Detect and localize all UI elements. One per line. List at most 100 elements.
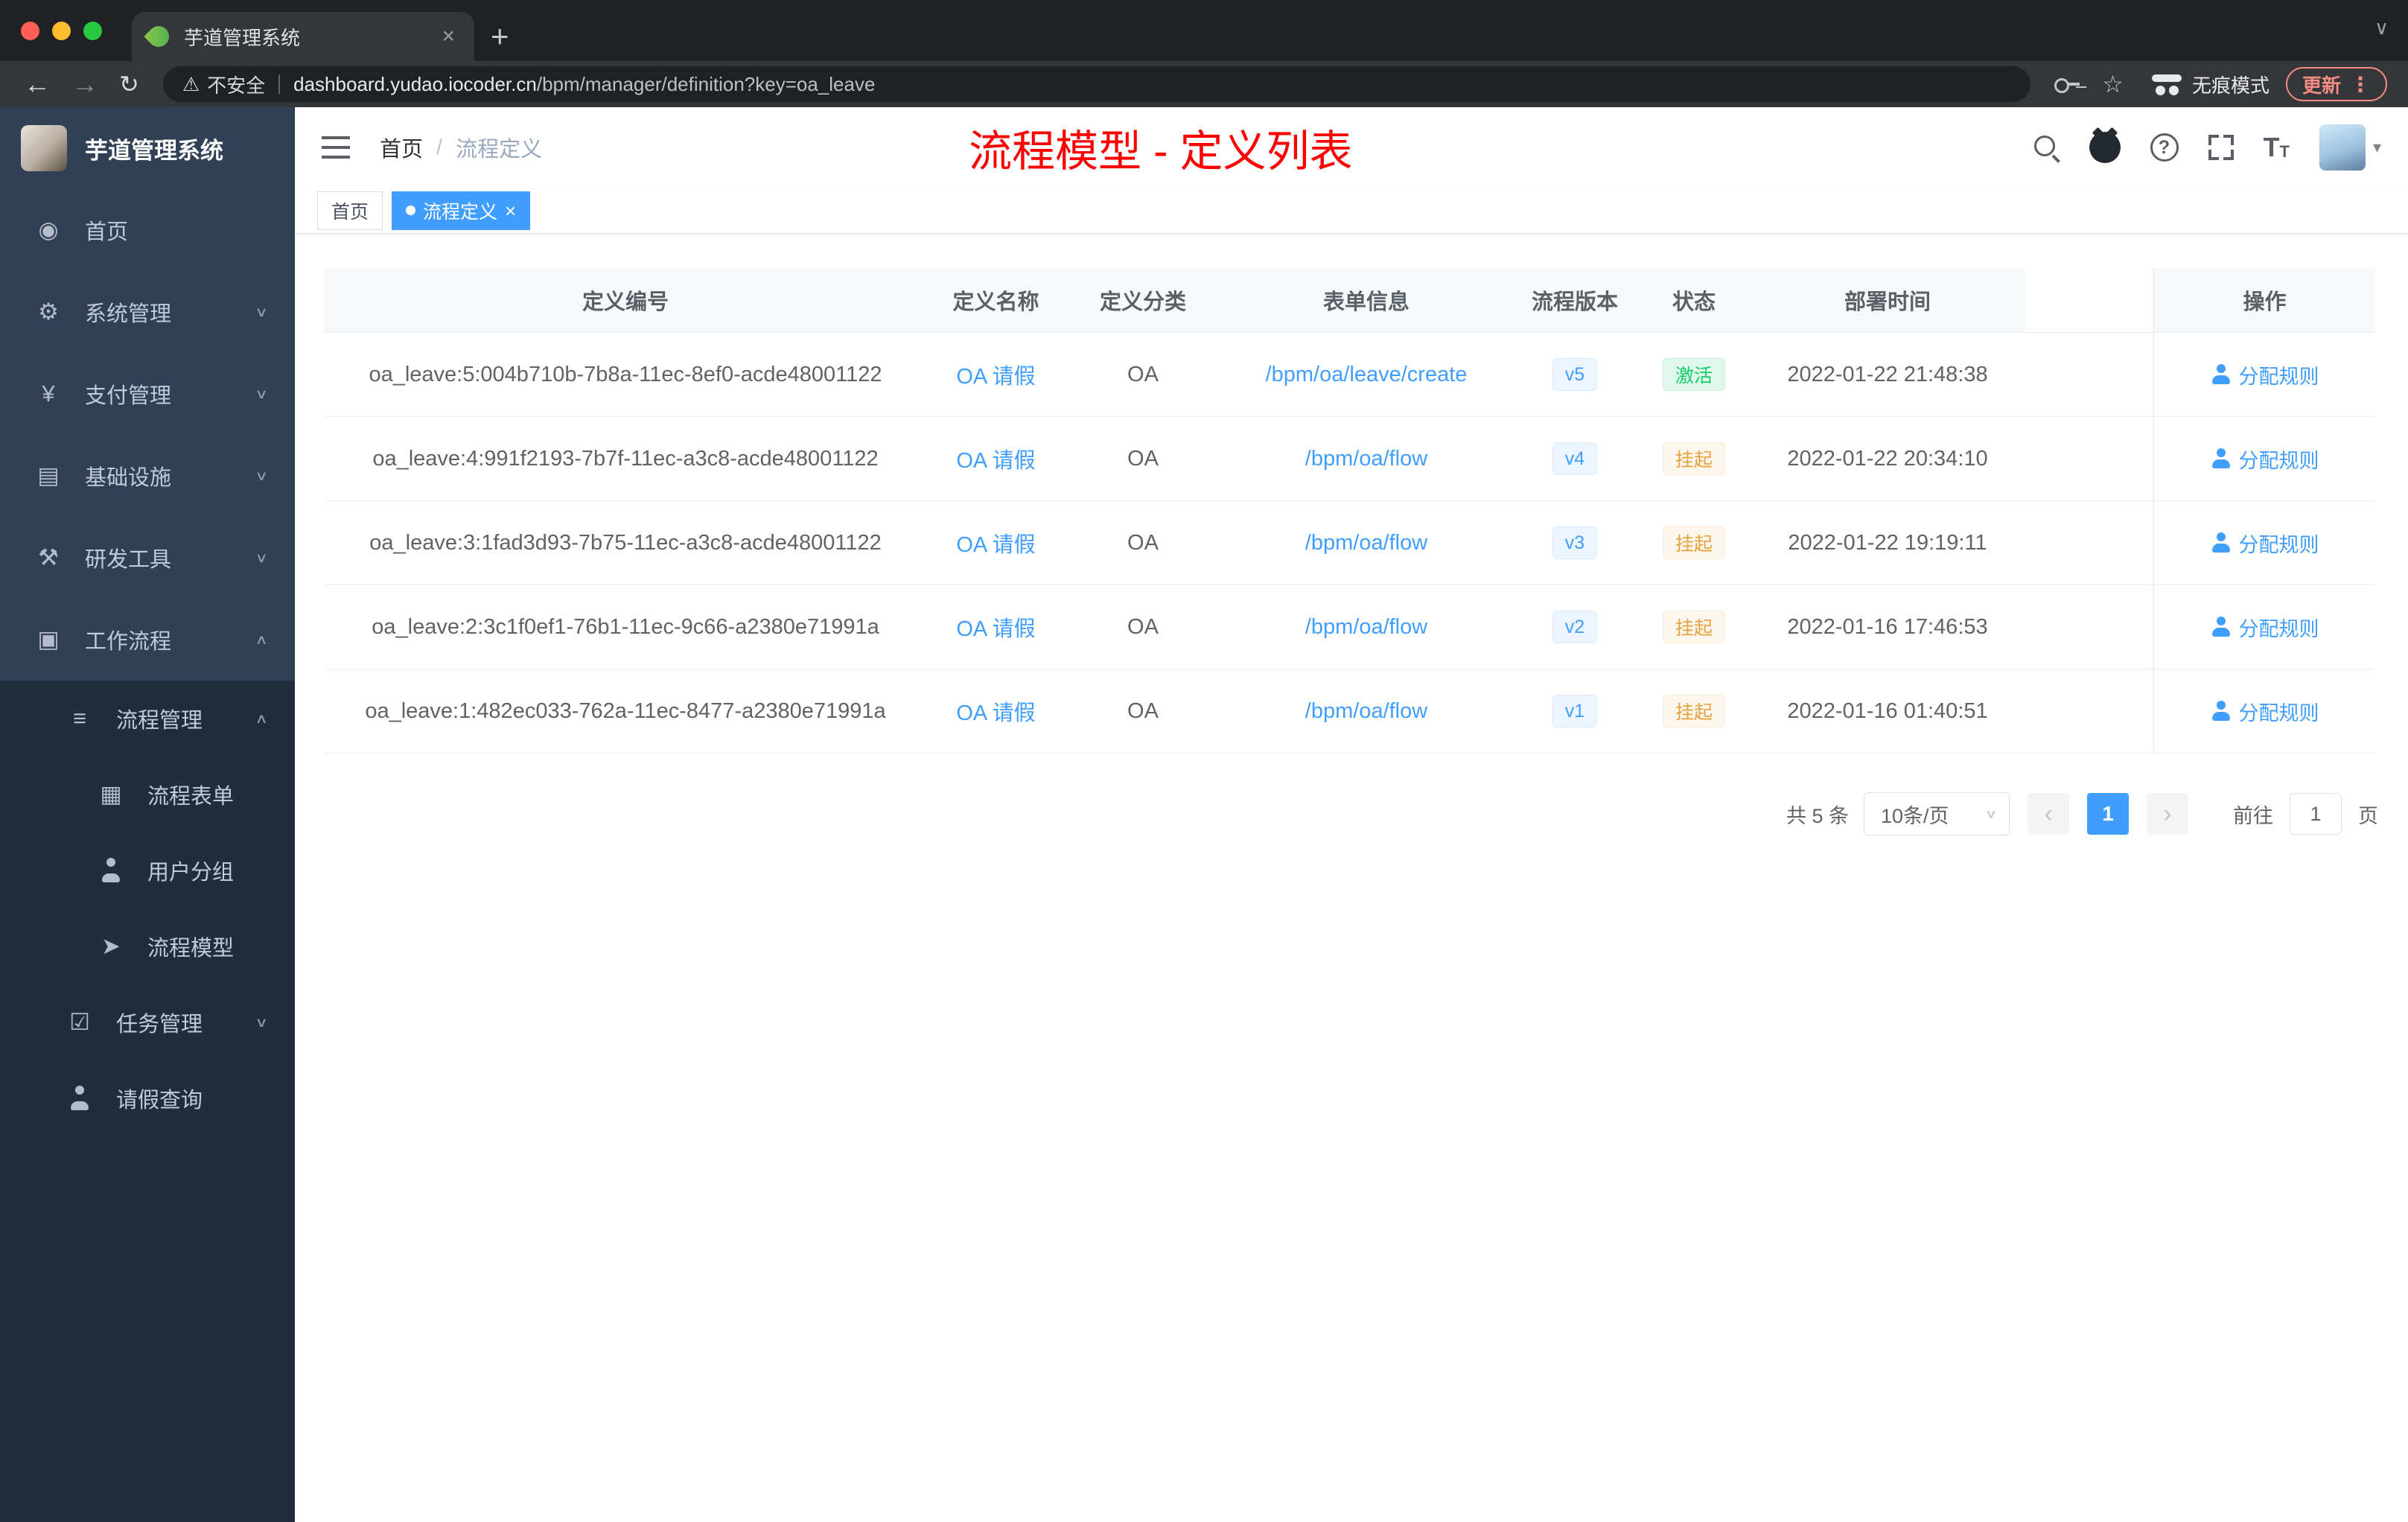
definition-id: oa_leave:1:482ec033-762a-11ec-8477-a2380…	[365, 698, 886, 723]
definition-name-link[interactable]: OA 请假	[956, 527, 1035, 558]
sidebar-item[interactable]: ⚙ 系统管理	[0, 271, 295, 353]
goto-label: 前往	[2233, 804, 2273, 827]
definition-name-link[interactable]: OA 请假	[956, 611, 1035, 643]
sidebar-item[interactable]: ⚒ 研发工具	[0, 517, 295, 599]
form-info-link[interactable]: /bpm/oa/flow	[1305, 615, 1427, 640]
sidebar-item[interactable]: ◉ 首页	[0, 189, 295, 271]
page-size-value: 10条/页	[1881, 804, 1949, 827]
definition-name-link[interactable]: OA 请假	[956, 695, 1035, 727]
sidebar-item[interactable]: 请假查询	[0, 1060, 295, 1136]
assign-rule-label: 分配规则	[2238, 701, 2319, 725]
search-icon[interactable]	[2033, 134, 2060, 161]
sidebar-logo[interactable]: 芋道管理系统	[0, 107, 295, 189]
row-spacer	[2025, 417, 2153, 501]
back-icon[interactable]: ←	[24, 71, 51, 98]
form-info-link[interactable]: /bpm/oa/flow	[1305, 699, 1427, 724]
goto-page-input[interactable]	[2290, 793, 2342, 835]
assign-rule-link[interactable]: 分配规则	[2211, 445, 2319, 474]
browser-menu-icon[interactable]: ⋮	[2350, 72, 2371, 97]
route-tag[interactable]: 流程定义	[392, 191, 531, 230]
column-header: 部署时间	[1750, 268, 2025, 333]
chevron-icon	[255, 550, 268, 566]
github-icon[interactable]	[2089, 132, 2121, 163]
definition-id: oa_leave:2:3c1f0ef1-76b1-11ec-9c66-a2380…	[372, 614, 879, 639]
hamburger-icon[interactable]	[322, 136, 350, 159]
sidebar-item[interactable]: ¥ 支付管理	[0, 353, 295, 435]
column-header: 定义分类	[1065, 268, 1221, 333]
page-1-button[interactable]: 1	[2087, 793, 2129, 835]
sidebar-item[interactable]: ☑ 任务管理	[0, 984, 295, 1060]
sidebar-item-label: 任务管理	[116, 1013, 203, 1037]
definition-id: oa_leave:3:1fad3d93-7b75-11ec-a3c8-acde4…	[369, 530, 882, 555]
column-header: 流程版本	[1512, 268, 1638, 333]
avatar[interactable]	[2319, 124, 2366, 171]
sidebar-item[interactable]: ▣ 工作流程	[0, 599, 295, 681]
route-tag[interactable]: 首页	[317, 191, 383, 230]
definition-category: OA	[1127, 446, 1159, 471]
sidebar-item[interactable]: ▦ 流程表单	[0, 757, 295, 832]
main-area: 首页 / 流程定义 流程模型 - 定义列表 ▾	[295, 107, 2408, 1522]
tab-search-chevron-icon[interactable]: ∨	[2374, 16, 2389, 39]
assign-rule-link[interactable]: 分配规则	[2211, 613, 2319, 642]
logo-avatar	[21, 125, 67, 171]
column-header-action: 操作	[2153, 268, 2375, 333]
browser-tab-bar: 芋道管理系统 × + ∨	[0, 0, 2408, 61]
tag-close-icon[interactable]	[505, 201, 516, 220]
sidebar-item[interactable]: 用户分组	[0, 832, 295, 908]
assign-rule-label: 分配规则	[2238, 533, 2319, 556]
definition-name-link[interactable]: OA 请假	[956, 443, 1035, 474]
sidebar-item[interactable]: ≡ 流程管理	[0, 681, 295, 757]
zoom-window-button[interactable]	[83, 21, 102, 40]
minimize-window-button[interactable]	[52, 21, 71, 40]
menu-item-icon: ➤	[101, 933, 121, 959]
breadcrumb-home[interactable]: 首页	[380, 132, 423, 163]
navbar-actions: ▾	[2033, 107, 2408, 188]
form-info-link[interactable]: /bpm/oa/flow	[1305, 531, 1427, 555]
sidebar-item[interactable]: ▤ 基础设施	[0, 435, 295, 517]
font-size-icon[interactable]	[2264, 134, 2290, 161]
table-row: oa_leave:4:991f2193-7b7f-11ec-a3c8-acde4…	[324, 417, 2375, 501]
chrome-update-button[interactable]: 更新 ⋮	[2285, 67, 2387, 101]
url-path: /bpm/manager/definition?key=oa_leave	[536, 72, 876, 95]
form-info-link[interactable]: /bpm/oa/flow	[1305, 447, 1427, 471]
incognito-icon	[2150, 73, 2183, 95]
prev-page-button[interactable]	[2028, 793, 2069, 835]
sidebar: 芋道管理系统 ◉ 首页 ⚙ 系统管理 ∨ ¥ 支付管理 ∨ ▤ 基础设施 ∨ ⚒…	[0, 107, 295, 1522]
column-header: 表单信息	[1221, 268, 1512, 333]
sidebar-item[interactable]: ➤ 流程模型	[0, 908, 295, 984]
pagination: 共 5 条 10条/页 ∨ 1 前往 页	[324, 792, 2378, 835]
bookmark-star-icon[interactable]: ☆	[2102, 70, 2124, 98]
chevron-icon	[255, 1014, 268, 1031]
assign-rule-link[interactable]: 分配规则	[2211, 529, 2319, 558]
page-size-select[interactable]: 10条/页 ∨	[1864, 792, 2010, 835]
help-icon[interactable]	[2150, 133, 2179, 162]
deploy-time: 2022-01-16 01:40:51	[1787, 698, 1988, 723]
tab-close-icon[interactable]: ×	[439, 24, 458, 49]
chevron-icon	[255, 304, 268, 320]
sidebar-item-label: 流程管理	[116, 709, 203, 733]
user-icon	[2211, 617, 2232, 637]
forward-icon[interactable]: →	[71, 71, 98, 98]
tags-bar: 首页 流程定义	[295, 188, 2408, 234]
form-info-link[interactable]: /bpm/oa/leave/create	[1266, 363, 1468, 387]
definition-name-link[interactable]: OA 请假	[956, 359, 1035, 390]
deploy-time: 2022-01-22 19:19:11	[1788, 530, 1987, 555]
passwords-key-icon[interactable]	[2054, 78, 2081, 93]
version-badge: v4	[1552, 442, 1598, 475]
new-tab-button[interactable]: +	[491, 21, 509, 52]
not-secure-warning-icon[interactable]: ⚠	[182, 73, 200, 96]
column-header: 定义名称	[927, 268, 1065, 333]
user-avatar-menu[interactable]: ▾	[2319, 124, 2381, 171]
address-bar[interactable]: ⚠ 不安全 dashboard.yudao.iocoder.cn/bpm/man…	[162, 66, 2031, 102]
close-window-button[interactable]	[21, 21, 39, 40]
reload-icon[interactable]: ↻	[119, 72, 139, 96]
assign-rule-link[interactable]: 分配规则	[2211, 697, 2319, 726]
fullscreen-icon[interactable]	[2208, 135, 2234, 160]
user-icon	[2211, 364, 2232, 385]
assign-rule-link[interactable]: 分配规则	[2211, 360, 2319, 389]
total-count: 共 5 条	[1786, 804, 1849, 827]
browser-tab[interactable]: 芋道管理系统 ×	[132, 12, 474, 61]
next-page-button[interactable]	[2147, 793, 2188, 835]
select-caret-icon: ∨	[1984, 806, 1997, 821]
sidebar-item-label: 研发工具	[85, 548, 172, 572]
